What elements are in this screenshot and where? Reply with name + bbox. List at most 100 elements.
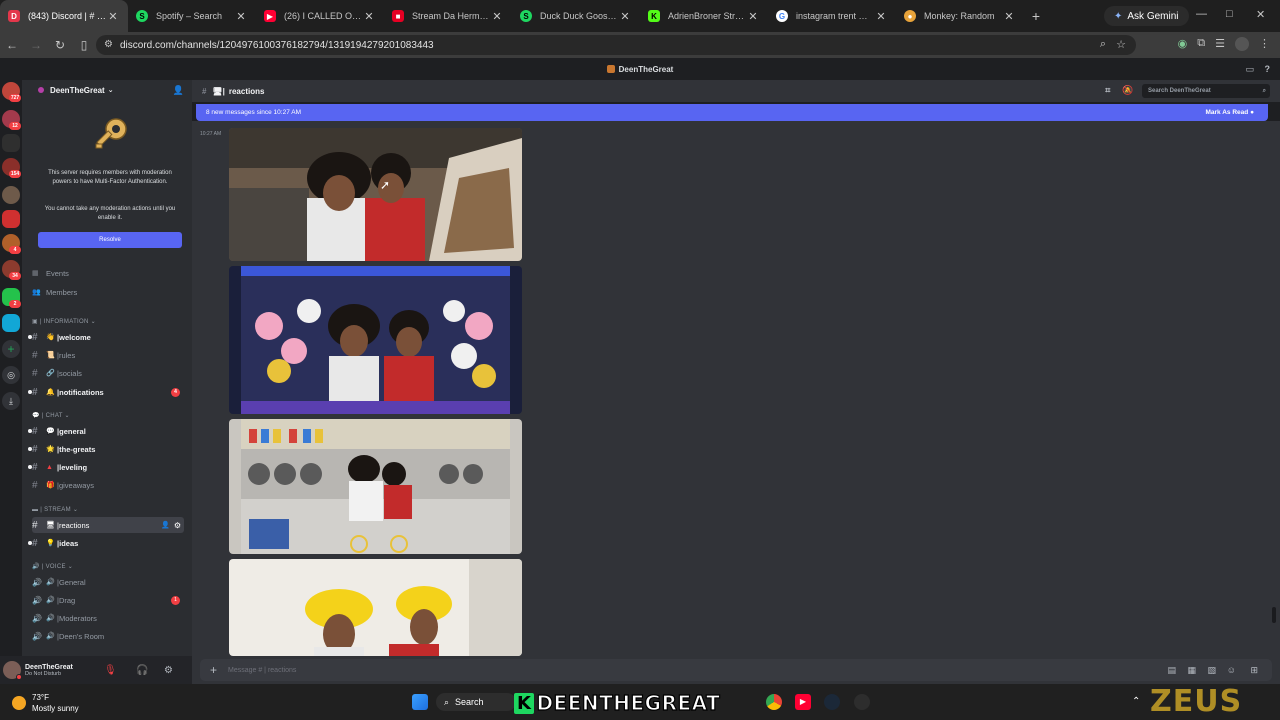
taskbar-search[interactable]: ⌕ Search bbox=[436, 693, 516, 711]
help-icon[interactable]: ? bbox=[1265, 64, 1271, 74]
side-panel-icon[interactable]: ▯ bbox=[72, 38, 96, 52]
server-icon[interactable] bbox=[2, 314, 20, 332]
windows-start-icon[interactable] bbox=[412, 694, 428, 710]
sticker-icon[interactable]: ▧ bbox=[1207, 665, 1216, 676]
server-icon[interactable] bbox=[2, 186, 20, 204]
weather-widget[interactable]: 73°F Mostly sunny bbox=[12, 692, 79, 714]
close-tab-icon[interactable]: ✕ bbox=[490, 10, 504, 23]
browser-tab[interactable]: ● Monkey: Random ✕ bbox=[896, 0, 1024, 32]
server-icon[interactable] bbox=[2, 210, 20, 228]
search-input[interactable]: Search DeenTheGreat ⌕ bbox=[1142, 84, 1270, 98]
image-attachment[interactable] bbox=[229, 266, 522, 414]
reload-icon[interactable]: ↻ bbox=[48, 38, 72, 52]
channel-the-greats[interactable]: # 🌟 | the-greats bbox=[28, 441, 184, 457]
browser-tab[interactable]: ■ Stream Da Herm music ✕ bbox=[384, 0, 512, 32]
voice-channel-general[interactable]: 🔊 🔊 | General bbox=[32, 574, 184, 590]
menu-kebab-icon[interactable]: ⋮ bbox=[1259, 37, 1270, 51]
channel-reactions[interactable]: # 🖥 | reactions 👤 ⚙ bbox=[32, 517, 184, 533]
speech-icon: 💬 bbox=[46, 428, 55, 435]
channel-general[interactable]: # 💬 | general bbox=[28, 423, 184, 439]
apps-icon[interactable]: ⊞ bbox=[1250, 665, 1258, 676]
voice-channel-moderators[interactable]: 🔊 🔊 | Moderators bbox=[32, 610, 184, 626]
discover-icon[interactable]: ◎ bbox=[2, 366, 20, 384]
members-link[interactable]: 👥 Members bbox=[32, 284, 184, 300]
gift-icon[interactable]: ▤ bbox=[1167, 665, 1176, 676]
profile-avatar[interactable] bbox=[1235, 37, 1249, 51]
back-icon[interactable]: ← bbox=[0, 38, 24, 52]
app-icon[interactable] bbox=[854, 694, 870, 710]
extension-icon[interactable]: ◉ bbox=[1178, 37, 1188, 51]
tray-chevron-icon[interactable]: ⌃ bbox=[1132, 696, 1140, 707]
tab-search-icon[interactable]: ☰ bbox=[1215, 37, 1225, 51]
channel-rules[interactable]: # 📜 | rules bbox=[32, 347, 184, 363]
channel-socials[interactable]: # 🔗 | socials bbox=[32, 365, 184, 381]
browser-tab[interactable]: K AdrienBroner Stream ✕ bbox=[640, 0, 768, 32]
resolve-button[interactable]: Resolve bbox=[38, 232, 182, 248]
close-window-button[interactable]: ✕ bbox=[1256, 8, 1265, 21]
close-tab-icon[interactable]: ✕ bbox=[1002, 10, 1016, 23]
emoji-icon[interactable]: ☺ bbox=[1227, 665, 1236, 675]
mfa-notice: This server requires members with modera… bbox=[48, 170, 172, 185]
headphones-icon[interactable]: 🎧 bbox=[136, 665, 148, 676]
steam-icon[interactable] bbox=[824, 694, 840, 710]
category-voice[interactable]: 🔊 | VOICE ⌄ bbox=[32, 563, 73, 570]
inbox-icon[interactable]: ▭ bbox=[1245, 64, 1254, 75]
message-input[interactable]: + Message # | reactions ▤ ▦ ▧ ☺ ⊞ bbox=[200, 659, 1272, 681]
forward-icon[interactable]: → bbox=[24, 38, 48, 52]
voice-channel-deens-room[interactable]: 🔊 🔊 | Deen's Room bbox=[32, 628, 184, 644]
mark-as-read-button[interactable]: Mark As Read ● bbox=[1206, 109, 1255, 116]
new-messages-bar[interactable]: 8 new messages since 10:27 AM Mark As Re… bbox=[196, 104, 1268, 121]
add-server-icon[interactable]: + bbox=[2, 340, 20, 358]
browser-tab[interactable]: G instagram trent mason ✕ bbox=[768, 0, 896, 32]
server-name-header[interactable]: DeenTheGreat ⌄ 👤 bbox=[22, 80, 192, 100]
channel-notifications[interactable]: # 🔔 | notifications 4 bbox=[28, 384, 184, 400]
extensions-puzzle-icon[interactable]: ⧉ bbox=[1197, 37, 1205, 51]
image-attachment[interactable] bbox=[229, 128, 522, 261]
bookmark-star-icon[interactable]: ☆ bbox=[1116, 38, 1126, 51]
youtube-icon[interactable]: ▶ bbox=[795, 694, 811, 710]
channel-giveaways[interactable]: # 🎁 | giveaways bbox=[32, 477, 184, 493]
channel-welcome[interactable]: # 👋 | welcome bbox=[28, 329, 184, 345]
maximize-button[interactable]: □ bbox=[1226, 8, 1233, 20]
close-tab-icon[interactable]: ✕ bbox=[106, 10, 120, 23]
server-icon[interactable] bbox=[2, 134, 20, 152]
browser-tab[interactable]: S Spotify – Search ✕ bbox=[128, 0, 256, 32]
category-information[interactable]: ▣ | INFORMATION ⌄ bbox=[32, 318, 96, 325]
events-link[interactable]: ▦ Events bbox=[32, 265, 184, 281]
ask-gemini-button[interactable]: ✦ Ask Gemini bbox=[1104, 6, 1189, 26]
mic-muted-icon[interactable]: 🎙 bbox=[104, 665, 117, 676]
minimize-button[interactable]: — bbox=[1196, 8, 1207, 20]
voice-channel-drag[interactable]: 🔊 🔊 | Drag 1 bbox=[32, 592, 184, 608]
site-info-icon[interactable]: ⚙ bbox=[104, 39, 113, 50]
browser-tab[interactable]: S Duck Duck Goose - Sin ✕ bbox=[512, 0, 640, 32]
avatar[interactable] bbox=[3, 661, 22, 680]
attach-plus-icon[interactable]: + bbox=[210, 663, 217, 677]
threads-icon[interactable]: ⌗ bbox=[1105, 85, 1110, 96]
category-stream[interactable]: ▬ | STREAM ⌄ bbox=[32, 506, 78, 513]
invite-icon[interactable]: 👤 bbox=[161, 521, 170, 529]
close-tab-icon[interactable]: ✕ bbox=[234, 10, 248, 23]
category-chat[interactable]: 💬 | CHAT ⌄ bbox=[32, 412, 70, 419]
channel-leveling[interactable]: # ▲ | leveling bbox=[28, 459, 184, 475]
browser-tab[interactable]: D (843) Discord | # _ | r ✕ bbox=[0, 0, 128, 32]
settings-gear-icon[interactable]: ⚙ bbox=[174, 521, 181, 530]
address-bar[interactable]: ⚙ discord.com/channels/12049761003761827… bbox=[96, 35, 1136, 55]
gif-icon[interactable]: ▦ bbox=[1187, 665, 1196, 676]
notification-bell-icon[interactable]: 🔕 bbox=[1122, 85, 1133, 96]
close-tab-icon[interactable]: ✕ bbox=[618, 10, 632, 23]
new-tab-button[interactable]: + bbox=[1024, 8, 1048, 24]
image-attachment[interactable] bbox=[229, 559, 522, 656]
chrome-icon[interactable] bbox=[766, 694, 782, 710]
browser-tab[interactable]: ▶ (26) I CALLED OUT KIN ✕ bbox=[256, 0, 384, 32]
close-tab-icon[interactable]: ✕ bbox=[746, 10, 760, 23]
image-attachment[interactable] bbox=[229, 419, 522, 554]
scrollbar-thumb[interactable] bbox=[1272, 607, 1276, 623]
channel-ideas[interactable]: # 💡 | ideas bbox=[28, 535, 184, 551]
user-settings-gear-icon[interactable]: ⚙ bbox=[164, 665, 173, 676]
close-tab-icon[interactable]: ✕ bbox=[874, 10, 888, 23]
invite-icon[interactable]: 👤 bbox=[173, 85, 184, 96]
close-tab-icon[interactable]: ✕ bbox=[362, 10, 376, 23]
zoom-icon[interactable]: ⌕ bbox=[1100, 38, 1106, 51]
download-icon[interactable]: ⤓ bbox=[2, 392, 20, 410]
user-info[interactable]: DeenTheGreat Do Not Disturb bbox=[25, 664, 73, 677]
